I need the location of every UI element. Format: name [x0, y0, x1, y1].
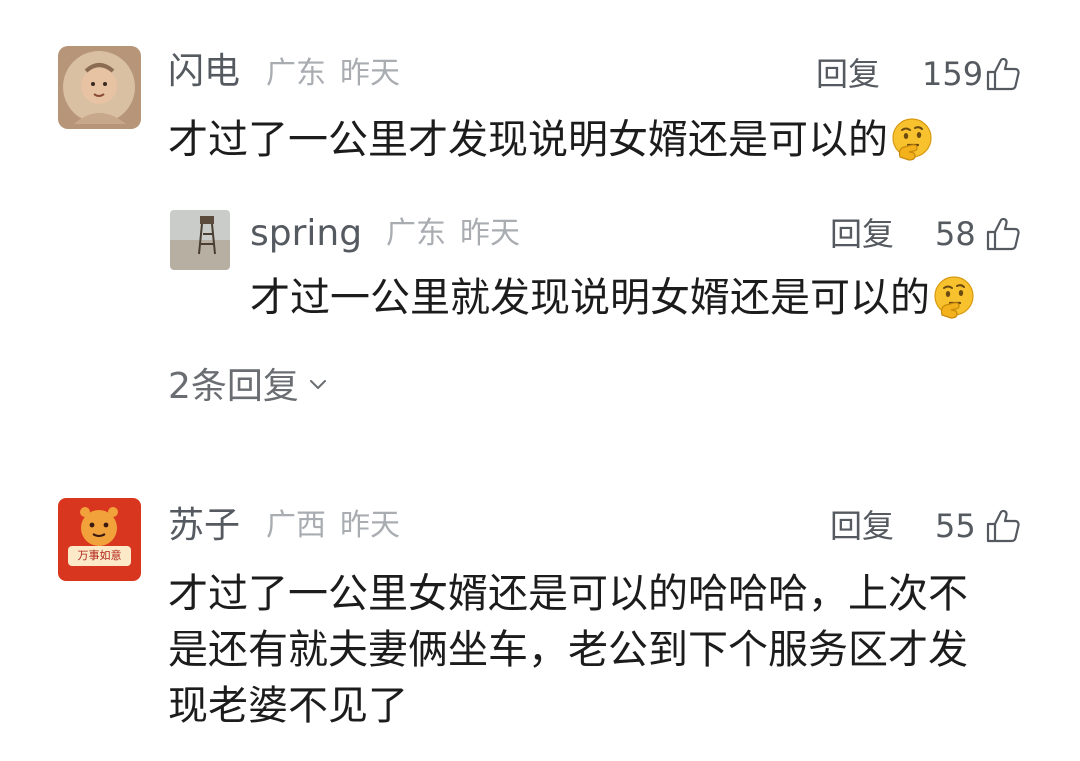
thinking-face-emoji-icon	[932, 275, 976, 319]
reply-button[interactable]: 回复	[830, 212, 894, 256]
region-label: 广东	[386, 216, 446, 251]
beach-tower-avatar-icon	[170, 210, 230, 270]
time-label: 昨天	[340, 56, 400, 91]
lucky-tiger-avatar-icon	[58, 498, 141, 581]
reply-text: 才过一公里就发现说明女婿还是可以的	[250, 270, 976, 326]
chevron-down-icon	[307, 374, 329, 396]
comment-meta: 广西 昨天	[266, 504, 400, 548]
thinking-face-emoji-icon	[890, 117, 934, 161]
avatar-lucky-text: 万事如意	[77, 549, 122, 562]
more-replies-link[interactable]: 2条回复	[168, 365, 329, 409]
thumbs-up-icon[interactable]	[985, 216, 1021, 252]
like-count: 55	[935, 507, 976, 545]
username-spring[interactable]: spring	[250, 212, 362, 256]
baby-photo-avatar-icon	[58, 46, 141, 129]
reply-meta: 广东 昨天	[386, 212, 520, 256]
comment-text-line: 现老婆不见了	[168, 683, 408, 729]
thumbs-up-icon[interactable]	[985, 508, 1021, 544]
comment-meta: 广东 昨天	[266, 52, 400, 96]
username-suzi[interactable]: 苏子	[168, 504, 240, 548]
avatar-suzi[interactable]: 万事如意	[58, 498, 141, 581]
reply-button[interactable]: 回复	[816, 52, 880, 96]
comment-text-line: 是还有就夫妻俩坐车，老公到下个服务区才发	[168, 627, 968, 673]
like-count: 58	[935, 215, 976, 253]
region-label: 广西	[266, 508, 326, 543]
comment-text: 才过了一公里女婿还是可以的哈哈哈，上次不 是还有就夫妻俩坐车，老公到下个服务区才…	[168, 566, 968, 734]
comment-text: 才过了一公里才发现说明女婿还是可以的	[168, 112, 934, 168]
thumbs-up-icon[interactable]	[985, 56, 1021, 92]
time-label: 昨天	[340, 508, 400, 543]
like-count: 159	[922, 55, 984, 93]
avatar-shandian[interactable]	[58, 46, 141, 129]
comment-text-line: 才过了一公里女婿还是可以的哈哈哈，上次不	[168, 571, 968, 617]
reply-button[interactable]: 回复	[830, 504, 894, 548]
region-label: 广东	[266, 56, 326, 91]
time-label: 昨天	[460, 216, 520, 251]
avatar-spring[interactable]	[170, 210, 230, 270]
username-shandian[interactable]: 闪电	[168, 50, 240, 94]
